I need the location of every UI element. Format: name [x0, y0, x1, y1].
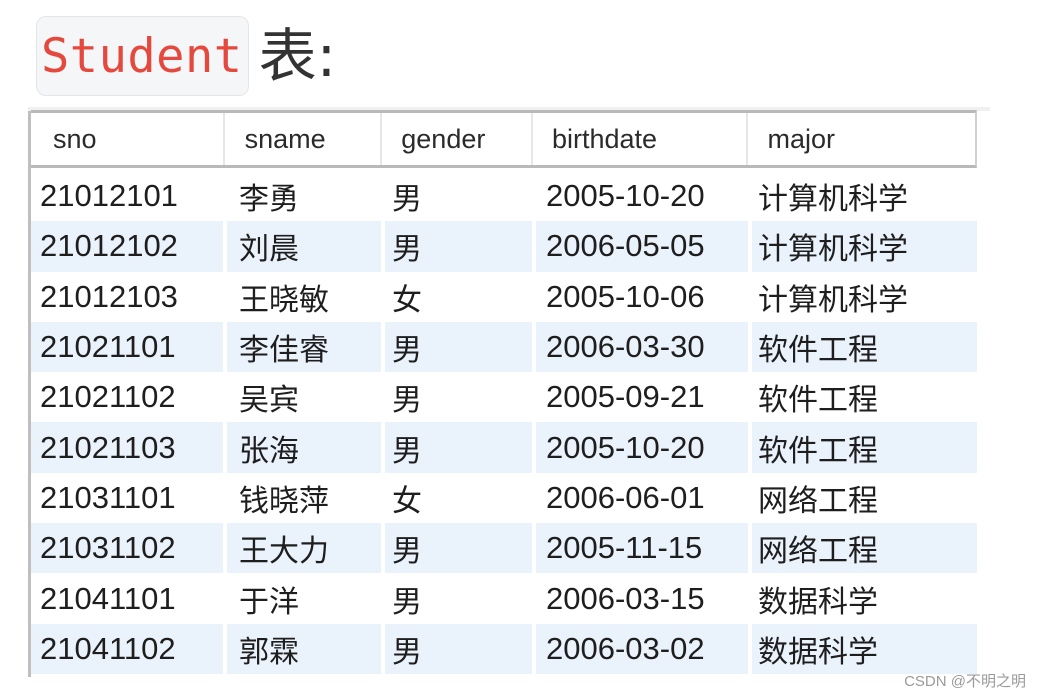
cell-sno[interactable]: 21012101 [31, 171, 223, 221]
cell-gender[interactable]: 男 [385, 171, 532, 221]
cell-birthdate[interactable]: 2006-03-30 [536, 321, 748, 373]
heading-suffix: 表: [258, 22, 337, 90]
cell-sname[interactable]: 王晓敏 [227, 272, 381, 322]
column-header-sno[interactable]: sno [31, 113, 225, 165]
cell-major[interactable]: 计算机科学 [752, 272, 977, 322]
column-header-gender[interactable]: gender [382, 113, 533, 165]
column-header-major[interactable]: major [748, 113, 975, 165]
section-heading: Student 表: [36, 15, 336, 97]
table-row[interactable]: 21012101 李勇男 2005-10-20 计算机科学 [31, 171, 977, 221]
cell-sno[interactable]: 21021101 [31, 321, 223, 373]
cell-major[interactable]: 计算机科学 [752, 221, 977, 272]
cell-birthdate[interactable]: 2005-11-15 [536, 523, 748, 574]
table-row[interactable]: 21041101 于洋男 2006-03-15 数据科学 [31, 573, 977, 623]
table-row[interactable]: 21021102 吴宾男 2005-09-21 软件工程 [31, 372, 977, 422]
cell-birthdate[interactable]: 2005-10-20 [536, 171, 748, 221]
table-row[interactable]: 21021103 张海男 2005-10-20 软件工程 [31, 422, 977, 473]
table-row[interactable]: 21031101 钱晓萍女 2006-06-01 网络工程 [31, 473, 977, 523]
cell-sno[interactable]: 21041102 [31, 623, 223, 674]
cell-sname[interactable]: 李勇 [227, 171, 381, 221]
column-header-birthdate[interactable]: birthdate [533, 113, 749, 165]
cell-major[interactable]: 软件工程 [752, 321, 977, 373]
cell-gender[interactable]: 女 [385, 272, 532, 322]
cell-major[interactable]: 数据科学 [752, 623, 977, 674]
column-header-sname[interactable]: sname [225, 113, 383, 165]
cell-sno[interactable]: 21031101 [31, 473, 223, 523]
table-body: 21012101 李勇男 2005-10-20 计算机科学 21012102 刘晨男 200… [31, 171, 977, 674]
cell-sname[interactable]: 钱晓萍 [227, 473, 381, 523]
cell-sno[interactable]: 21021102 [31, 372, 223, 422]
table-header-row: sno sname gender birthdate major [31, 110, 977, 168]
cell-major[interactable]: 数据科学 [752, 573, 977, 623]
cell-birthdate[interactable]: 2006-06-01 [536, 473, 748, 523]
cell-sname[interactable]: 刘晨 [227, 221, 381, 272]
inline-code-table-name: Student [36, 16, 249, 96]
cell-major[interactable]: 软件工程 [752, 422, 977, 473]
cell-sno[interactable]: 21012103 [31, 272, 223, 322]
cell-major[interactable]: 网络工程 [752, 523, 977, 574]
cell-gender[interactable]: 男 [385, 422, 532, 473]
cell-birthdate[interactable]: 2005-10-20 [536, 422, 748, 473]
cell-gender[interactable]: 男 [385, 573, 532, 623]
cell-gender[interactable]: 男 [385, 523, 532, 574]
cell-sname[interactable]: 于洋 [227, 573, 381, 623]
cell-sname[interactable]: 王大力 [227, 523, 381, 574]
cell-sname[interactable]: 吴宾 [227, 372, 381, 422]
cell-gender[interactable]: 男 [385, 372, 532, 422]
cell-sno[interactable]: 21041101 [31, 573, 223, 623]
cell-birthdate[interactable]: 2006-05-05 [536, 221, 748, 272]
cell-major[interactable]: 计算机科学 [752, 171, 977, 221]
cell-gender[interactable]: 男 [385, 623, 532, 674]
cell-sno[interactable]: 21012102 [31, 221, 223, 272]
cell-sno[interactable]: 21031102 [31, 523, 223, 574]
table-row[interactable]: 21021101 李佳睿男 2006-03-30 软件工程 [31, 321, 977, 373]
cell-sno[interactable]: 21021103 [31, 422, 223, 473]
watermark: CSDN @不明之明 [904, 673, 1026, 690]
cell-major[interactable]: 软件工程 [752, 372, 977, 422]
cell-sname[interactable]: 郭霖 [227, 623, 381, 674]
cell-birthdate[interactable]: 2005-09-21 [536, 372, 748, 422]
cell-sname[interactable]: 张海 [227, 422, 381, 473]
cell-birthdate[interactable]: 2006-03-02 [536, 623, 748, 674]
cell-gender[interactable]: 男 [385, 221, 532, 272]
table-row[interactable]: 21012102 刘晨男 2006-05-05 计算机科学 [31, 221, 977, 272]
cell-gender[interactable]: 女 [385, 473, 532, 523]
table-row[interactable]: 21031102 王大力男 2005-11-15 网络工程 [31, 523, 977, 574]
cell-major[interactable]: 网络工程 [752, 473, 977, 523]
table-row[interactable]: 21012103 王晓敏女 2005-10-06 计算机科学 [31, 272, 977, 322]
table-row[interactable]: 21041102 郭霖男 2006-03-02 数据科学 [31, 623, 977, 674]
cell-gender[interactable]: 男 [385, 321, 532, 373]
cell-sname[interactable]: 李佳睿 [227, 321, 381, 373]
cell-birthdate[interactable]: 2005-10-06 [536, 272, 748, 322]
cell-birthdate[interactable]: 2006-03-15 [536, 573, 748, 623]
